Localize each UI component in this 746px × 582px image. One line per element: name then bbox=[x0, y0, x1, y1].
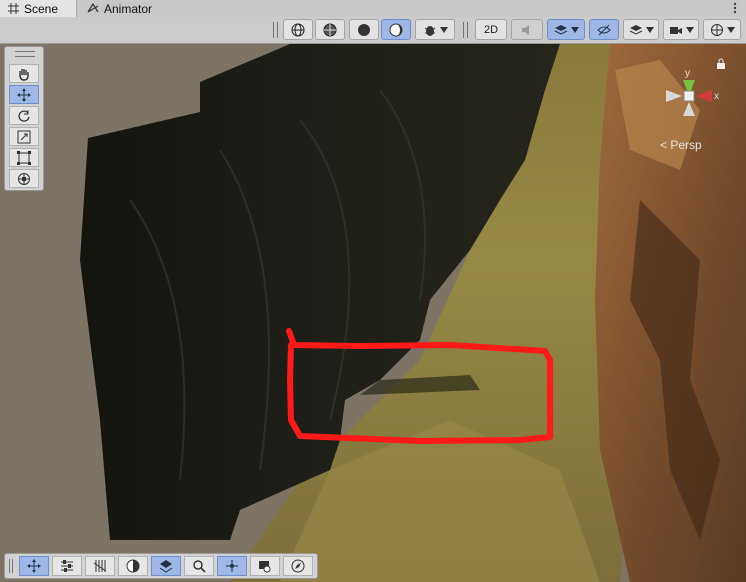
more-options-icon[interactable] bbox=[730, 1, 740, 15]
transform-icon bbox=[17, 172, 31, 186]
snap-settings-icon bbox=[60, 559, 74, 573]
wireframe-globe-icon bbox=[291, 23, 305, 37]
tools-overlay bbox=[4, 46, 44, 191]
pivot-button[interactable] bbox=[217, 556, 247, 576]
chevron-down-icon bbox=[439, 26, 448, 33]
bottom-grip[interactable] bbox=[9, 559, 13, 573]
compass-icon bbox=[291, 559, 305, 573]
animator-icon bbox=[86, 2, 100, 16]
gizmo-neg-y-arrow bbox=[683, 102, 695, 116]
grid-snap-button[interactable] bbox=[85, 556, 115, 576]
chevron-down-icon bbox=[685, 26, 694, 33]
layers-icon bbox=[554, 24, 568, 36]
grid-icon bbox=[6, 2, 20, 16]
bottom-move-button[interactable] bbox=[19, 556, 49, 576]
snap-settings-button[interactable] bbox=[52, 556, 82, 576]
move-icon bbox=[17, 87, 31, 102]
shaded-wireframe-button[interactable] bbox=[315, 19, 345, 40]
toolbar-grip[interactable] bbox=[463, 22, 468, 38]
bug-icon bbox=[423, 23, 437, 37]
rotate-icon bbox=[17, 109, 31, 123]
tab-scene-label: Scene bbox=[24, 1, 59, 16]
compass-button[interactable] bbox=[283, 556, 313, 576]
tab-scene[interactable]: Scene bbox=[0, 0, 77, 17]
gizmo-y-label: y bbox=[685, 68, 690, 79]
bottom-overlay-toolbar bbox=[4, 553, 318, 579]
chevron-down-icon bbox=[570, 26, 579, 33]
gizmo-center bbox=[683, 90, 695, 102]
gizmo-x-label: x bbox=[714, 91, 719, 102]
transform-tool-button[interactable] bbox=[9, 169, 39, 188]
navmesh-icon bbox=[159, 559, 173, 573]
layer-stack-icon bbox=[629, 24, 643, 36]
scene-render bbox=[0, 44, 746, 582]
lighting-icon bbox=[389, 23, 403, 37]
move-tool-button[interactable] bbox=[9, 85, 39, 104]
gizmos-dropdown[interactable] bbox=[703, 19, 741, 40]
lock-icon[interactable] bbox=[716, 58, 726, 70]
chevron-down-icon bbox=[645, 26, 654, 33]
tab-bar: Scene Animator bbox=[0, 0, 746, 18]
visibility-icon bbox=[597, 24, 611, 36]
camera-icon bbox=[669, 24, 683, 36]
2d-toggle-button[interactable]: 2D bbox=[475, 19, 507, 40]
panel-grip[interactable] bbox=[15, 51, 35, 57]
shaded-globe-icon bbox=[323, 23, 337, 37]
orientation-gizmo[interactable]: y x bbox=[657, 62, 723, 142]
lighting-button[interactable] bbox=[381, 19, 411, 40]
tab-animator[interactable]: Animator bbox=[80, 0, 180, 17]
scene-viewport[interactable]: y x bbox=[0, 44, 746, 582]
rect-icon bbox=[17, 150, 31, 165]
grid-snap-icon bbox=[93, 559, 107, 573]
camera-view-button[interactable] bbox=[250, 556, 280, 576]
gizmo-x-arrow bbox=[696, 90, 712, 102]
shaded-button[interactable] bbox=[349, 19, 379, 40]
navmesh-button[interactable] bbox=[151, 556, 181, 576]
gizmo-neg-x-arrow bbox=[666, 90, 682, 102]
gizmo-icon bbox=[710, 23, 724, 37]
projection-label[interactable]: < Persp bbox=[660, 138, 702, 152]
hand-icon bbox=[17, 67, 31, 81]
audio-icon bbox=[520, 24, 534, 36]
scene-toolbar: 2D bbox=[0, 17, 746, 44]
scale-tool-button[interactable] bbox=[9, 127, 39, 146]
move-icon bbox=[27, 559, 41, 573]
chevron-down-icon bbox=[726, 26, 735, 33]
toolbar-grip[interactable] bbox=[273, 22, 278, 38]
tab-animator-label: Animator bbox=[104, 1, 153, 16]
pivot-icon bbox=[225, 559, 239, 573]
shading-icon bbox=[126, 559, 140, 573]
debug-dropdown[interactable] bbox=[415, 19, 455, 40]
hand-tool-button[interactable] bbox=[9, 64, 39, 83]
audio-toggle-button[interactable] bbox=[511, 19, 543, 40]
rect-tool-button[interactable] bbox=[9, 148, 39, 167]
search-icon bbox=[192, 559, 206, 573]
wireframe-button[interactable] bbox=[283, 19, 313, 40]
shading-button[interactable] bbox=[118, 556, 148, 576]
layers-dropdown[interactable] bbox=[623, 19, 659, 40]
search-button[interactable] bbox=[184, 556, 214, 576]
camera-view-icon bbox=[258, 559, 272, 573]
camera-dropdown[interactable] bbox=[663, 19, 699, 40]
rotate-tool-button[interactable] bbox=[9, 106, 39, 125]
effects-dropdown[interactable] bbox=[547, 19, 585, 40]
visibility-button[interactable] bbox=[589, 19, 619, 40]
shaded-circle-icon bbox=[357, 23, 371, 37]
scale-icon bbox=[17, 130, 31, 144]
2d-label: 2D bbox=[483, 23, 499, 36]
